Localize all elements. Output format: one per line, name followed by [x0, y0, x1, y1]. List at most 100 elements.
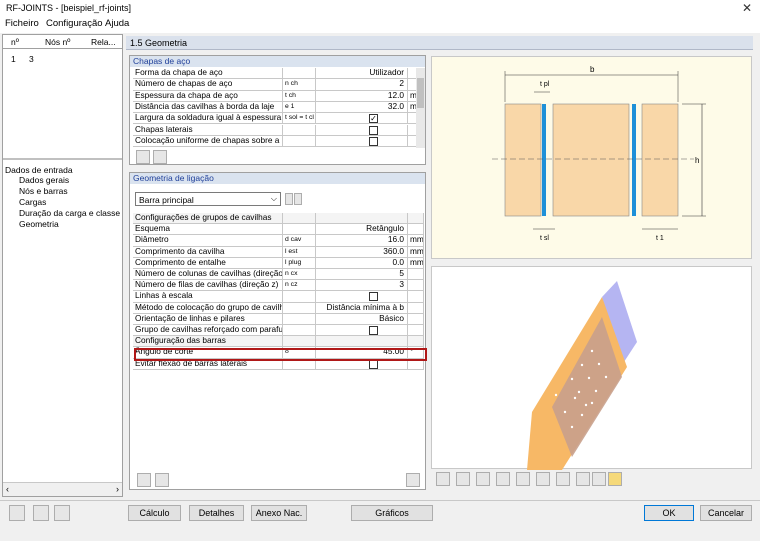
conn-row-10-value[interactable] — [316, 325, 408, 337]
import-icon[interactable] — [33, 505, 49, 521]
zoom-icon[interactable] — [592, 472, 606, 486]
scroll-left-icon[interactable]: ‹ — [6, 484, 9, 494]
plates-checkbox-4[interactable]: ✓ — [369, 114, 378, 124]
graphics-toolbar — [432, 470, 632, 488]
member-select[interactable]: Barra principal ⌵ — [135, 192, 281, 206]
export-icon[interactable] — [54, 505, 70, 521]
ok-button[interactable]: OK — [644, 505, 694, 521]
conn-row-10-label: Grupo de cavilhas reforçado com parafuso… — [133, 325, 283, 337]
close-icon[interactable]: ✕ — [742, 1, 752, 15]
menu-help[interactable]: Ajuda — [105, 18, 129, 29]
plates-checkbox-6[interactable] — [369, 136, 378, 146]
conn-checkbox-7[interactable] — [369, 292, 378, 302]
conn-tool-2[interactable] — [155, 473, 169, 487]
conn-tool-3[interactable] — [406, 473, 420, 487]
conn-row-9-value[interactable]: Básico — [316, 313, 408, 325]
plates-tool-1[interactable] — [136, 150, 150, 164]
plates-scrollbar[interactable] — [416, 68, 425, 148]
tree-item-geometry[interactable]: Geometria — [19, 219, 59, 229]
conn-row-7-value[interactable] — [316, 291, 408, 303]
plates-row-5-value[interactable] — [316, 124, 408, 136]
plates-tool-2[interactable] — [153, 150, 167, 164]
view-tool-2[interactable] — [456, 472, 470, 486]
conn-row-1-value[interactable]: Retângulo — [316, 224, 408, 236]
tree-item-nodes[interactable]: Nós e barras — [19, 186, 68, 196]
conn-row-7-unit — [408, 291, 424, 303]
col-rel[interactable]: Rela... — [91, 37, 116, 47]
conn-row-11-value[interactable] — [316, 336, 408, 348]
col-no[interactable]: nº — [11, 37, 19, 47]
conn-row-6-label: Número de filas de cavilhas (direção z) — [133, 280, 283, 292]
plates-grid: Forma da chapa de aço Utilizador Número de… — [133, 68, 424, 148]
conn-row-5-value[interactable]: 5 — [316, 269, 408, 281]
conn-row-2-unit: mm — [408, 235, 424, 247]
scroll-right-icon[interactable]: › — [116, 484, 119, 494]
cancel-button[interactable]: Cancelar — [700, 505, 752, 521]
conn-row-0-label: Configurações de grupos de cavilhas — [133, 213, 283, 225]
3d-svg — [527, 281, 637, 470]
conn-checkbox-10[interactable] — [369, 326, 378, 335]
conn-row-6-sym: n cz — [283, 280, 316, 292]
label-h: h — [695, 156, 699, 165]
view-z-icon[interactable] — [556, 472, 570, 486]
plates-row-1-value[interactable]: 2 — [316, 79, 408, 91]
view-negy-icon[interactable] — [536, 472, 550, 486]
render-icon[interactable] — [608, 472, 622, 486]
prev-icon[interactable] — [285, 193, 293, 205]
next-icon[interactable] — [294, 193, 302, 205]
tree-item-duration[interactable]: Duração da carga e classe de u — [19, 208, 122, 218]
graphics-button[interactable]: Gráficos — [351, 505, 433, 521]
pane-header: 1.5 Geometria — [126, 36, 753, 50]
help-icon[interactable] — [9, 505, 25, 521]
details-button[interactable]: Detalhes — [189, 505, 244, 521]
conn-row-11-label: Configuração das barras — [133, 336, 283, 348]
conn-row-4-value[interactable]: 0.0 — [316, 257, 408, 269]
calc-button[interactable]: Cálculo — [128, 505, 181, 521]
view-y-icon[interactable] — [516, 472, 530, 486]
tree-item-general[interactable]: Dados gerais — [19, 175, 69, 185]
splitter[interactable] — [3, 158, 122, 160]
plates-row-3-value[interactable]: 32.0 — [316, 101, 408, 114]
row-no[interactable]: 1 — [11, 54, 16, 64]
plates-title: Chapas de aço — [130, 56, 425, 67]
tree-root[interactable]: Dados de entrada — [5, 165, 73, 175]
view-tool-1[interactable] — [436, 472, 450, 486]
plates-row-2-value[interactable]: 12.0 — [316, 90, 408, 102]
view-iso-icon[interactable] — [576, 472, 590, 486]
label-t1: t 1 — [656, 235, 664, 242]
view-negx-icon[interactable] — [496, 472, 510, 486]
conn-row-8-unit — [408, 302, 424, 314]
plates-row-4-sym: t sol = t cl — [283, 113, 316, 125]
conn-row-1-unit — [408, 224, 424, 236]
conn-row-8-value[interactable]: Distância mínima à b — [316, 302, 408, 314]
page-title: 1.5 Geometria — [130, 38, 188, 48]
conn-tool-1[interactable] — [137, 473, 151, 487]
plates-row-0-sym — [283, 68, 316, 80]
plates-row-6-value[interactable] — [316, 135, 408, 148]
menu-file[interactable]: Ficheiro — [5, 18, 39, 29]
plates-row-0-value[interactable]: Utilizador — [316, 68, 408, 80]
bottom-divider — [0, 500, 760, 501]
scroll-thumb[interactable] — [417, 78, 424, 108]
plates-row-4-value[interactable] — [316, 113, 408, 125]
row-node[interactable]: 3 — [29, 54, 34, 64]
plate-left — [542, 104, 546, 216]
menu-bar: Ficheiro Configuração Ajuda — [0, 16, 760, 33]
chevron-down-icon[interactable]: ⌵ — [271, 194, 277, 204]
conn-row-2-sym: d cav — [283, 235, 316, 247]
plates-checkbox-5[interactable] — [369, 125, 378, 135]
menu-settings[interactable]: Configuração — [46, 18, 103, 29]
conn-row-7-sym — [283, 291, 316, 303]
view-x-icon[interactable] — [476, 472, 490, 486]
conn-row-0-value[interactable] — [316, 213, 408, 225]
conn-title: Geometria de ligação — [130, 173, 425, 184]
horizontal-scrollbar[interactable]: ‹ › — [3, 482, 122, 496]
annex-button[interactable]: Anexo Nac. — [251, 505, 307, 521]
conn-row-2-value[interactable]: 16.0 — [316, 235, 408, 247]
col-node[interactable]: Nós nº — [45, 37, 70, 47]
conn-row-6-value[interactable]: 3 — [316, 280, 408, 292]
3d-view[interactable] — [431, 266, 752, 470]
conn-row-3-value[interactable]: 360.0 — [316, 246, 408, 258]
tree-item-loads[interactable]: Cargas — [19, 197, 46, 207]
conn-row-11-sym — [283, 336, 316, 348]
